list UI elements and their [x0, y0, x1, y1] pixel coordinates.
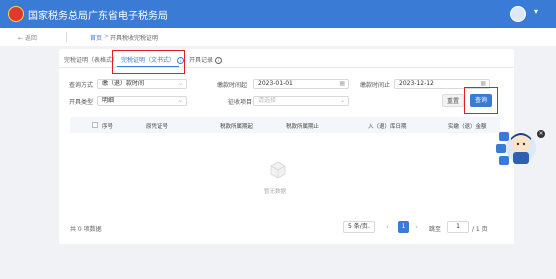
goto-label: 跳至: [429, 226, 442, 233]
column-header: 序号: [102, 124, 114, 130]
total-pages: / 1 页: [472, 226, 488, 233]
empty-box-icon: [270, 161, 286, 179]
user-avatar[interactable]: [510, 6, 526, 22]
query-method-value: 缴（退）款时间: [102, 80, 145, 87]
total-count: 共 0 项数据: [70, 226, 102, 233]
calendar-icon: ▦: [339, 80, 345, 87]
breadcrumb-bar: ← 返回 首页 > 开具税收完税证明: [0, 28, 556, 46]
top-header: 国家税务总局广东省电子税务局 ▾: [0, 0, 556, 28]
breadcrumb-separator: >: [104, 33, 110, 40]
chevron-down-icon[interactable]: ▾: [534, 7, 538, 16]
page-size-value: 5 条/页: [348, 223, 368, 230]
chevron-down-icon: ⌄: [177, 97, 183, 104]
tab-issue-records[interactable]: 开具记录 i: [189, 55, 223, 64]
reset-button[interactable]: 重置: [442, 94, 464, 107]
prev-page-icon[interactable]: ‹: [386, 223, 389, 231]
query-method-select[interactable]: 缴（退）款时间 ⌄: [97, 79, 187, 89]
goto-page-input[interactable]: 1: [447, 221, 469, 233]
levy-item-placeholder: 请选择: [258, 97, 277, 104]
levy-item-select[interactable]: 请选择 ⌄: [253, 96, 349, 106]
column-header: 实缴（退）金额: [448, 124, 487, 130]
tab-table-format[interactable]: 完税证明（表格式）: [64, 55, 118, 64]
chevron-down-icon: ⌄: [365, 223, 371, 230]
tax-start-value: 2023-01-01: [258, 80, 293, 87]
column-header: 原凭证号: [146, 124, 169, 130]
tax-end-value: 2023-12-12: [399, 80, 434, 87]
highlight-box-query: [464, 87, 498, 114]
breadcrumb-current: 开具税收完税证明: [110, 35, 159, 42]
divider: [66, 32, 67, 42]
tax-start-date-input[interactable]: 2023-01-01 ▦: [253, 79, 349, 89]
column-header: 税款所属期止: [286, 124, 320, 130]
info-icon[interactable]: i: [215, 57, 223, 64]
chevron-down-icon: ⌄: [339, 97, 345, 104]
app-title: 国家税务总局广东省电子税务局: [28, 11, 168, 22]
breadcrumb-home-link[interactable]: 首页: [90, 33, 102, 42]
issue-type-label: 开具类型: [69, 99, 94, 106]
tab-issue-records-label: 开具记录: [189, 57, 214, 64]
select-all-checkbox[interactable]: [92, 122, 98, 128]
page-button-current[interactable]: 1: [398, 221, 409, 233]
page-size-select[interactable]: 5 条/页 ⌄: [343, 221, 375, 233]
tax-end-label: 缴款时间止: [360, 82, 391, 89]
next-page-icon[interactable]: ›: [415, 223, 418, 231]
issue-type-value: 明细: [102, 97, 115, 104]
close-icon[interactable]: ×: [537, 130, 545, 138]
chevron-down-icon: ⌄: [177, 80, 183, 87]
issue-type-select[interactable]: 明细 ⌄: [97, 96, 187, 106]
query-method-label: 查询方式: [69, 82, 94, 89]
empty-state-text: 暂无数据: [264, 189, 287, 195]
column-header: 税款所属期起: [220, 124, 254, 130]
tax-start-label: 缴款时间起: [217, 82, 248, 89]
back-button[interactable]: ← 返回: [18, 33, 37, 42]
highlight-box-tab: [112, 50, 185, 74]
table-header: 序号 原凭证号 税款所属期起 税款所属期止 入（退）库日期 实缴（退）金额: [70, 117, 500, 133]
tax-bureau-emblem-icon: [8, 6, 24, 22]
column-header: 入（退）库日期: [368, 124, 407, 130]
levy-item-label: 征收项目: [228, 99, 253, 106]
